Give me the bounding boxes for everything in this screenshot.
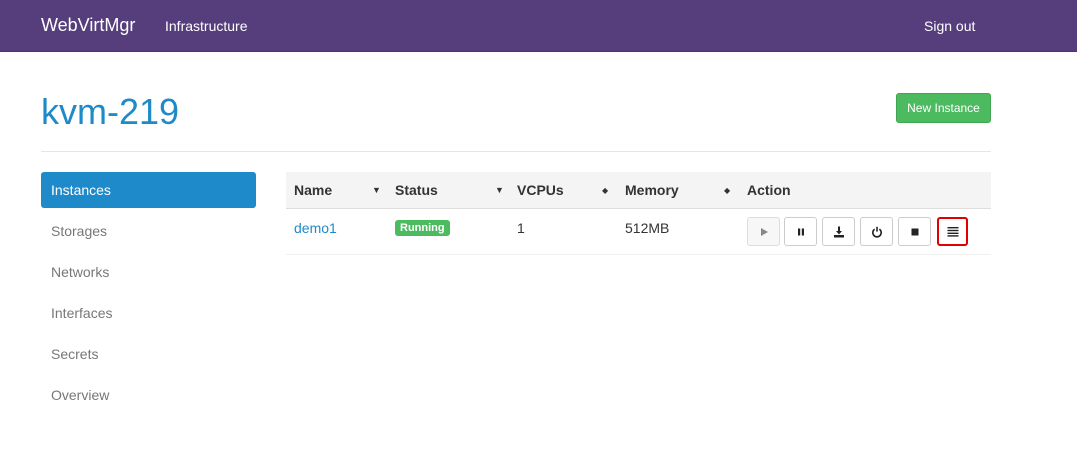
signout-link[interactable]: Sign out bbox=[924, 18, 975, 34]
download-icon bbox=[833, 226, 844, 237]
table-header: Name ▼ Status ▼ VCPUs ◆ Memory ◆ Action bbox=[286, 172, 991, 209]
column-header-status[interactable]: Status bbox=[395, 172, 438, 209]
column-header-memory[interactable]: Memory bbox=[625, 172, 679, 209]
menu-icon bbox=[947, 227, 958, 237]
sidebar-item-instances[interactable]: Instances bbox=[41, 172, 256, 208]
save-state-button[interactable] bbox=[822, 217, 855, 246]
status-badge: Running bbox=[395, 220, 450, 236]
sidebar-item-storages[interactable]: Storages bbox=[41, 213, 256, 249]
header-divider bbox=[41, 151, 991, 152]
sidebar-item-label: Secrets bbox=[51, 346, 99, 362]
instance-memory: 512MB bbox=[625, 220, 670, 236]
sort-both-icon[interactable]: ◆ bbox=[724, 172, 730, 209]
sort-both-icon[interactable]: ◆ bbox=[602, 172, 608, 209]
console-menu-button[interactable] bbox=[937, 217, 968, 246]
sort-desc-icon[interactable]: ▼ bbox=[372, 172, 381, 209]
brand-link[interactable]: WebVirtMgr bbox=[41, 15, 135, 36]
instances-table: Name ▼ Status ▼ VCPUs ◆ Memory ◆ Action … bbox=[286, 172, 991, 255]
suspend-button[interactable] bbox=[784, 217, 817, 246]
play-icon bbox=[760, 227, 768, 236]
sidebar-item-label: Overview bbox=[51, 387, 110, 403]
column-header-name[interactable]: Name bbox=[294, 172, 332, 209]
page-title: kvm-219 bbox=[41, 91, 180, 132]
instance-name-link[interactable]: demo1 bbox=[294, 219, 337, 237]
instance-vcpus: 1 bbox=[517, 220, 525, 236]
sidebar-item-overview[interactable]: Overview bbox=[41, 377, 256, 413]
new-instance-button[interactable]: New Instance bbox=[896, 93, 991, 123]
force-off-button[interactable] bbox=[898, 217, 931, 246]
sort-desc-icon[interactable]: ▼ bbox=[495, 172, 504, 209]
sidebar-item-label: Instances bbox=[51, 182, 111, 198]
sidebar-item-label: Storages bbox=[51, 223, 108, 239]
sidebar-item-secrets[interactable]: Secrets bbox=[41, 336, 256, 372]
column-header-vcpus[interactable]: VCPUs bbox=[517, 172, 564, 209]
sidebar: Instances Storages Networks Interfaces S… bbox=[41, 172, 256, 418]
stop-icon bbox=[911, 228, 918, 235]
top-navbar: WebVirtMgr Infrastructure Sign out bbox=[0, 0, 1077, 52]
infrastructure-link[interactable]: Infrastructure bbox=[165, 18, 247, 34]
sidebar-item-label: Networks bbox=[51, 264, 110, 280]
sidebar-item-label: Interfaces bbox=[51, 305, 113, 321]
column-header-action: Action bbox=[747, 182, 791, 198]
pause-icon bbox=[797, 228, 804, 235]
sidebar-item-networks[interactable]: Networks bbox=[41, 254, 256, 290]
shutdown-button[interactable] bbox=[860, 217, 893, 246]
sidebar-item-interfaces[interactable]: Interfaces bbox=[41, 295, 256, 331]
start-button[interactable] bbox=[747, 217, 780, 246]
power-icon bbox=[871, 226, 882, 238]
